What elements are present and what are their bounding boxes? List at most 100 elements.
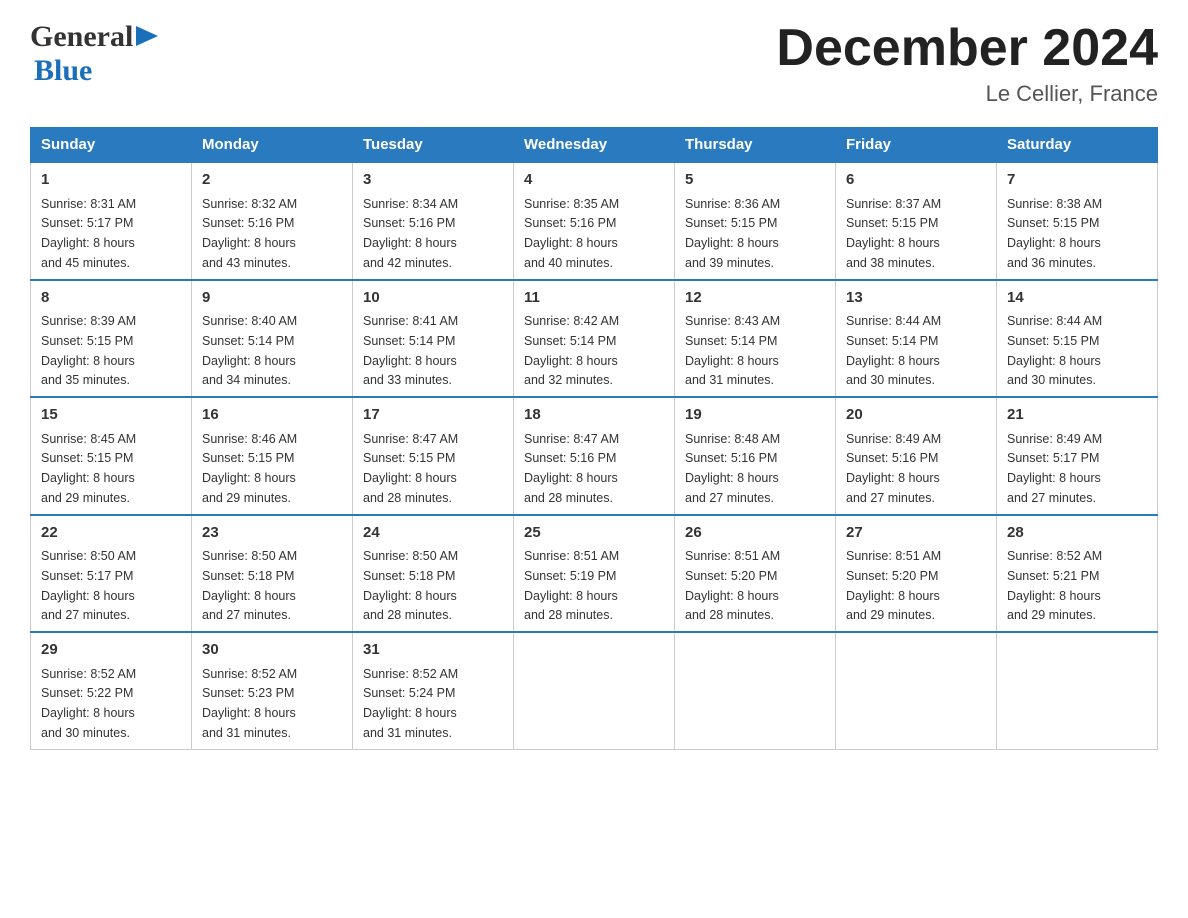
day-number: 11: [524, 287, 664, 310]
table-row: 13 Sunrise: 8:44 AMSunset: 5:14 PMDaylig…: [836, 280, 997, 398]
day-number: 12: [685, 287, 825, 310]
day-number: 9: [202, 287, 342, 310]
day-info: Sunrise: 8:35 AMSunset: 5:16 PMDaylight:…: [524, 197, 619, 270]
table-row: [675, 632, 836, 749]
day-number: 2: [202, 169, 342, 192]
page-header: General Blue December 2024 Le Cellier, F…: [30, 20, 1158, 107]
table-row: 27 Sunrise: 8:51 AMSunset: 5:20 PMDaylig…: [836, 515, 997, 633]
day-number: 29: [41, 639, 181, 662]
day-number: 17: [363, 404, 503, 427]
table-row: 29 Sunrise: 8:52 AMSunset: 5:22 PMDaylig…: [31, 632, 192, 749]
calendar-header-row: Sunday Monday Tuesday Wednesday Thursday…: [31, 128, 1158, 163]
table-row: 18 Sunrise: 8:47 AMSunset: 5:16 PMDaylig…: [514, 397, 675, 515]
day-number: 20: [846, 404, 986, 427]
day-info: Sunrise: 8:32 AMSunset: 5:16 PMDaylight:…: [202, 197, 297, 270]
table-row: 28 Sunrise: 8:52 AMSunset: 5:21 PMDaylig…: [997, 515, 1158, 633]
day-info: Sunrise: 8:52 AMSunset: 5:23 PMDaylight:…: [202, 667, 297, 740]
table-row: [514, 632, 675, 749]
table-row: 15 Sunrise: 8:45 AMSunset: 5:15 PMDaylig…: [31, 397, 192, 515]
logo-general-text: General: [30, 20, 133, 54]
day-info: Sunrise: 8:49 AMSunset: 5:16 PMDaylight:…: [846, 432, 941, 505]
day-info: Sunrise: 8:52 AMSunset: 5:24 PMDaylight:…: [363, 667, 458, 740]
day-info: Sunrise: 8:52 AMSunset: 5:21 PMDaylight:…: [1007, 549, 1102, 622]
day-number: 26: [685, 522, 825, 545]
table-row: [836, 632, 997, 749]
day-number: 15: [41, 404, 181, 427]
day-info: Sunrise: 8:34 AMSunset: 5:16 PMDaylight:…: [363, 197, 458, 270]
title-block: December 2024 Le Cellier, France: [776, 20, 1158, 107]
day-info: Sunrise: 8:37 AMSunset: 5:15 PMDaylight:…: [846, 197, 941, 270]
table-row: 31 Sunrise: 8:52 AMSunset: 5:24 PMDaylig…: [353, 632, 514, 749]
day-number: 13: [846, 287, 986, 310]
table-row: 10 Sunrise: 8:41 AMSunset: 5:14 PMDaylig…: [353, 280, 514, 398]
day-number: 21: [1007, 404, 1147, 427]
calendar-week-row: 29 Sunrise: 8:52 AMSunset: 5:22 PMDaylig…: [31, 632, 1158, 749]
col-thursday: Thursday: [675, 128, 836, 163]
logo-arrow-icon: [136, 26, 158, 46]
table-row: 21 Sunrise: 8:49 AMSunset: 5:17 PMDaylig…: [997, 397, 1158, 515]
table-row: [997, 632, 1158, 749]
day-number: 5: [685, 169, 825, 192]
day-info: Sunrise: 8:48 AMSunset: 5:16 PMDaylight:…: [685, 432, 780, 505]
day-number: 22: [41, 522, 181, 545]
col-wednesday: Wednesday: [514, 128, 675, 163]
day-info: Sunrise: 8:51 AMSunset: 5:20 PMDaylight:…: [685, 549, 780, 622]
day-number: 28: [1007, 522, 1147, 545]
table-row: 3 Sunrise: 8:34 AMSunset: 5:16 PMDayligh…: [353, 162, 514, 280]
day-number: 19: [685, 404, 825, 427]
table-row: 2 Sunrise: 8:32 AMSunset: 5:16 PMDayligh…: [192, 162, 353, 280]
day-number: 24: [363, 522, 503, 545]
day-info: Sunrise: 8:43 AMSunset: 5:14 PMDaylight:…: [685, 314, 780, 387]
table-row: 5 Sunrise: 8:36 AMSunset: 5:15 PMDayligh…: [675, 162, 836, 280]
table-row: 9 Sunrise: 8:40 AMSunset: 5:14 PMDayligh…: [192, 280, 353, 398]
table-row: 8 Sunrise: 8:39 AMSunset: 5:15 PMDayligh…: [31, 280, 192, 398]
table-row: 24 Sunrise: 8:50 AMSunset: 5:18 PMDaylig…: [353, 515, 514, 633]
day-number: 27: [846, 522, 986, 545]
table-row: 7 Sunrise: 8:38 AMSunset: 5:15 PMDayligh…: [997, 162, 1158, 280]
table-row: 6 Sunrise: 8:37 AMSunset: 5:15 PMDayligh…: [836, 162, 997, 280]
day-number: 30: [202, 639, 342, 662]
day-number: 4: [524, 169, 664, 192]
day-info: Sunrise: 8:47 AMSunset: 5:16 PMDaylight:…: [524, 432, 619, 505]
table-row: 19 Sunrise: 8:48 AMSunset: 5:16 PMDaylig…: [675, 397, 836, 515]
day-number: 23: [202, 522, 342, 545]
day-number: 18: [524, 404, 664, 427]
day-number: 25: [524, 522, 664, 545]
day-info: Sunrise: 8:31 AMSunset: 5:17 PMDaylight:…: [41, 197, 136, 270]
table-row: 20 Sunrise: 8:49 AMSunset: 5:16 PMDaylig…: [836, 397, 997, 515]
col-tuesday: Tuesday: [353, 128, 514, 163]
day-info: Sunrise: 8:52 AMSunset: 5:22 PMDaylight:…: [41, 667, 136, 740]
table-row: 23 Sunrise: 8:50 AMSunset: 5:18 PMDaylig…: [192, 515, 353, 633]
day-info: Sunrise: 8:39 AMSunset: 5:15 PMDaylight:…: [41, 314, 136, 387]
day-info: Sunrise: 8:51 AMSunset: 5:19 PMDaylight:…: [524, 549, 619, 622]
calendar-week-row: 22 Sunrise: 8:50 AMSunset: 5:17 PMDaylig…: [31, 515, 1158, 633]
day-number: 1: [41, 169, 181, 192]
calendar-week-row: 8 Sunrise: 8:39 AMSunset: 5:15 PMDayligh…: [31, 280, 1158, 398]
calendar-week-row: 1 Sunrise: 8:31 AMSunset: 5:17 PMDayligh…: [31, 162, 1158, 280]
page-subtitle: Le Cellier, France: [776, 81, 1158, 107]
day-info: Sunrise: 8:36 AMSunset: 5:15 PMDaylight:…: [685, 197, 780, 270]
day-number: 14: [1007, 287, 1147, 310]
table-row: 11 Sunrise: 8:42 AMSunset: 5:14 PMDaylig…: [514, 280, 675, 398]
table-row: 16 Sunrise: 8:46 AMSunset: 5:15 PMDaylig…: [192, 397, 353, 515]
day-info: Sunrise: 8:42 AMSunset: 5:14 PMDaylight:…: [524, 314, 619, 387]
logo: General Blue: [30, 20, 158, 88]
table-row: 17 Sunrise: 8:47 AMSunset: 5:15 PMDaylig…: [353, 397, 514, 515]
day-number: 3: [363, 169, 503, 192]
table-row: 25 Sunrise: 8:51 AMSunset: 5:19 PMDaylig…: [514, 515, 675, 633]
day-info: Sunrise: 8:45 AMSunset: 5:15 PMDaylight:…: [41, 432, 136, 505]
table-row: 22 Sunrise: 8:50 AMSunset: 5:17 PMDaylig…: [31, 515, 192, 633]
day-number: 31: [363, 639, 503, 662]
table-row: 30 Sunrise: 8:52 AMSunset: 5:23 PMDaylig…: [192, 632, 353, 749]
table-row: 4 Sunrise: 8:35 AMSunset: 5:16 PMDayligh…: [514, 162, 675, 280]
day-number: 6: [846, 169, 986, 192]
day-info: Sunrise: 8:51 AMSunset: 5:20 PMDaylight:…: [846, 549, 941, 622]
day-number: 16: [202, 404, 342, 427]
logo-blue-text: Blue: [34, 54, 92, 87]
table-row: 26 Sunrise: 8:51 AMSunset: 5:20 PMDaylig…: [675, 515, 836, 633]
day-number: 8: [41, 287, 181, 310]
day-info: Sunrise: 8:50 AMSunset: 5:18 PMDaylight:…: [363, 549, 458, 622]
page-title: December 2024: [776, 20, 1158, 77]
col-friday: Friday: [836, 128, 997, 163]
day-number: 7: [1007, 169, 1147, 192]
